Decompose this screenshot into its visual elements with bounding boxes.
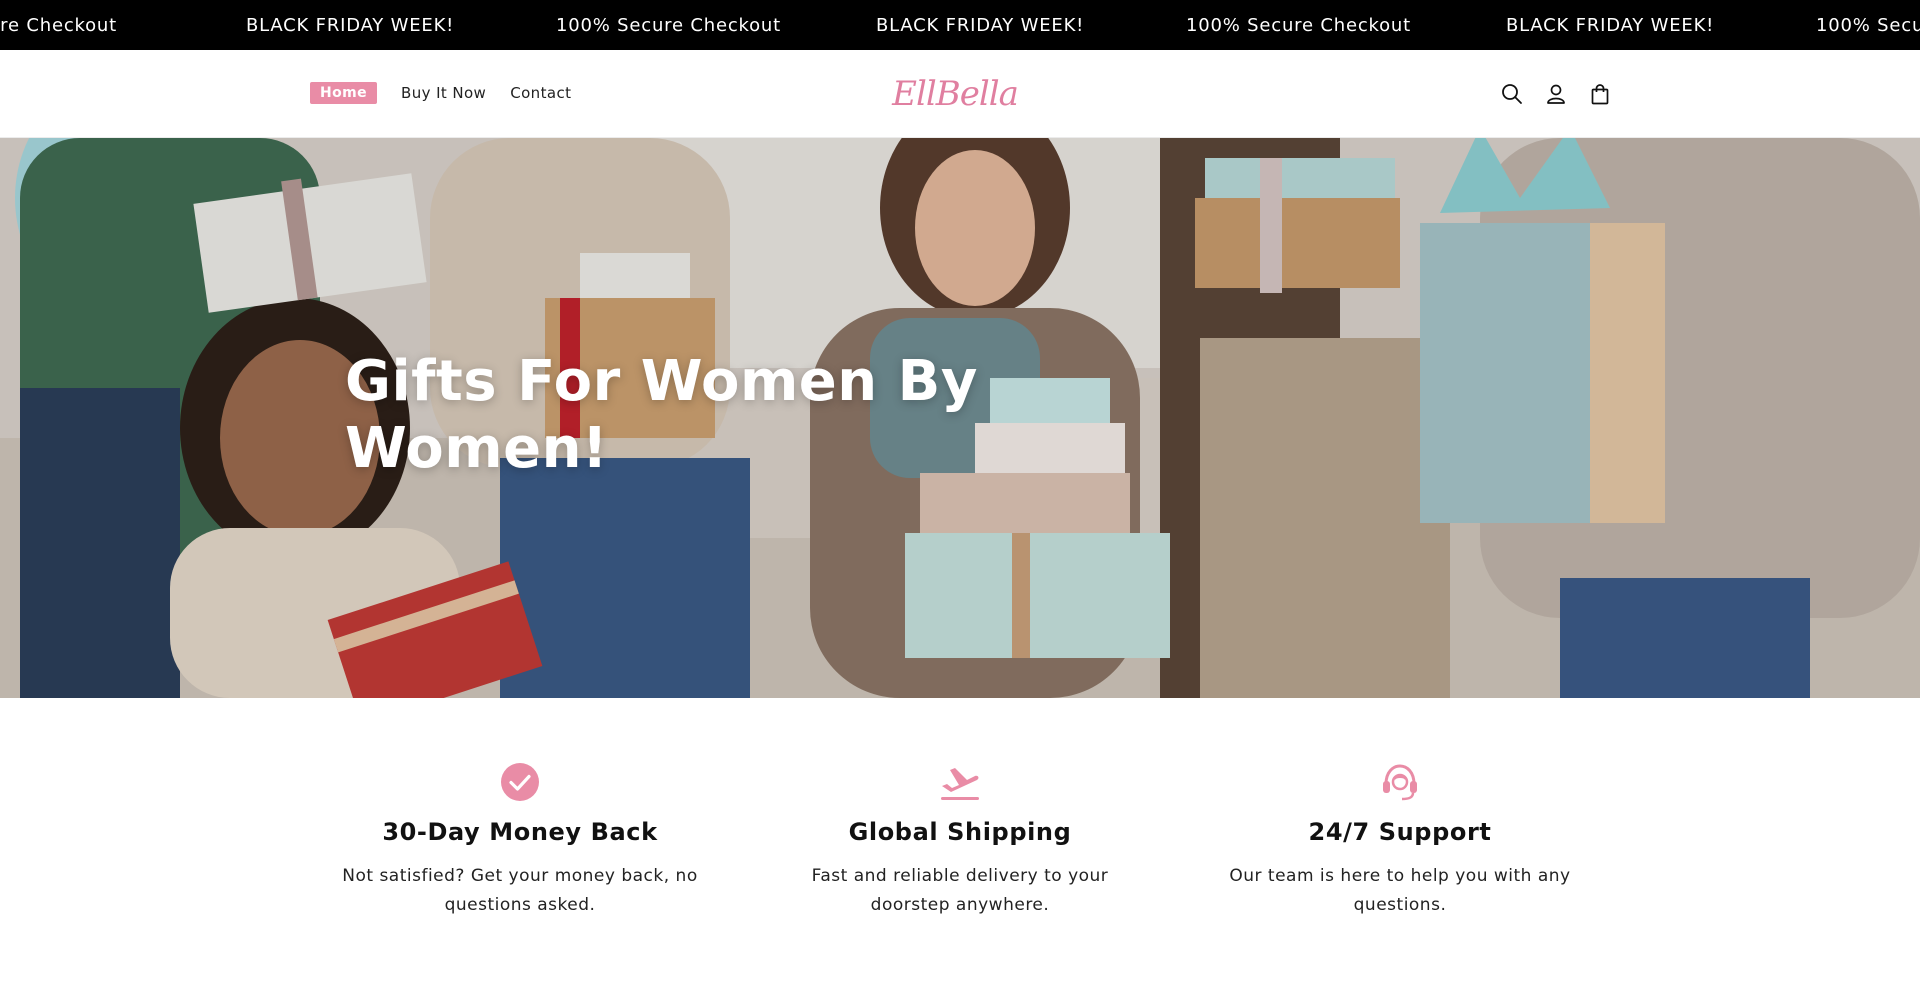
announcement-item: BLACK FRIDAY WEEK! xyxy=(246,14,455,36)
feature-money-back: 30-Day Money Back Not satisfied? Get you… xyxy=(300,760,740,920)
main-nav: Home Buy It Now Contact xyxy=(310,82,595,104)
account-icon[interactable] xyxy=(1542,80,1570,108)
announcement-track: 100% Secure Checkout BLACK FRIDAY WEEK! … xyxy=(0,0,1920,50)
check-circle-icon xyxy=(498,760,542,804)
feature-global-shipping: Global Shipping Fast and reliable delive… xyxy=(740,760,1180,920)
nav-buy-it-now[interactable]: Buy It Now xyxy=(401,84,486,102)
brand-logo-text: EllBella xyxy=(892,74,1019,114)
announcement-item: BLACK FRIDAY WEEK! xyxy=(1506,14,1715,36)
announcement-item: 100% Secure Checkout xyxy=(556,14,781,36)
feature-support: 24/7 Support Our team is here to help yo… xyxy=(1180,760,1620,920)
feature-description: Fast and reliable delivery to your doors… xyxy=(811,866,1109,915)
plane-departure-icon xyxy=(938,760,982,804)
site-header: Home Buy It Now Contact EllBella xyxy=(0,50,1920,138)
feature-title: 30-Day Money Back xyxy=(382,818,658,846)
search-icon[interactable] xyxy=(1498,80,1526,108)
announcement-bar: 100% Secure Checkout BLACK FRIDAY WEEK! … xyxy=(0,0,1920,50)
nav-home[interactable]: Home xyxy=(310,82,378,104)
feature-title: 24/7 Support xyxy=(1308,818,1492,846)
hero-title: Gifts For Women By Women! xyxy=(345,349,978,481)
hero-banner: Gifts For Women By Women! xyxy=(0,138,1920,698)
announcement-item: 100% Secure Checkout xyxy=(1816,14,1920,36)
announcement-item: 100% Secure Checkout xyxy=(1186,14,1411,36)
feature-title: Global Shipping xyxy=(848,818,1072,846)
feature-description: Our team is here to help you with any qu… xyxy=(1229,866,1571,915)
announcement-item: BLACK FRIDAY WEEK! xyxy=(876,14,1085,36)
feature-description: Not satisfied? Get your money back, no q… xyxy=(342,866,698,915)
nav-contact[interactable]: Contact xyxy=(510,84,571,102)
announcement-item: 100% Secure Checkout xyxy=(0,14,117,36)
header-icons xyxy=(1498,80,1630,108)
brand-logo[interactable]: EllBella xyxy=(890,70,1020,118)
headset-icon xyxy=(1378,760,1422,804)
cart-icon[interactable] xyxy=(1586,80,1614,108)
features-section: 30-Day Money Back Not satisfied? Get you… xyxy=(300,760,1620,920)
